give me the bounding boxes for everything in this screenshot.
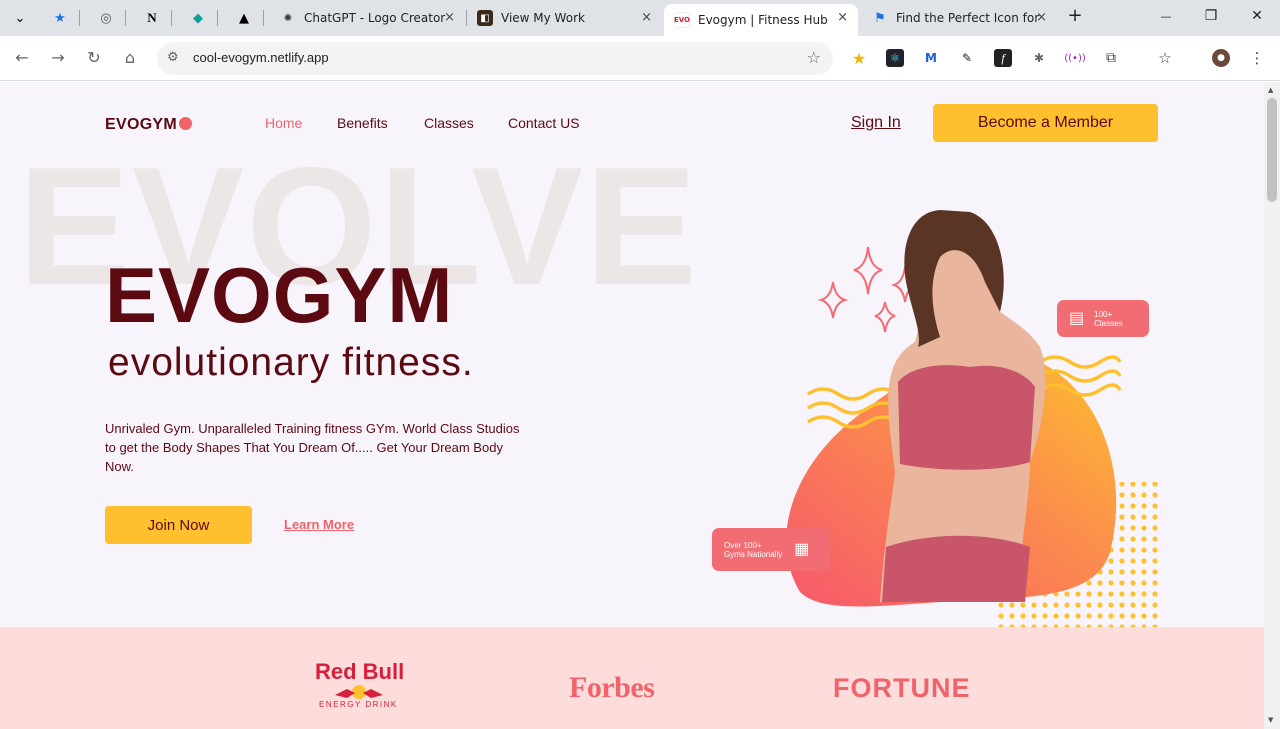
extension-star-icon[interactable]: ★: [850, 49, 868, 68]
extension-m-icon[interactable]: M: [922, 49, 940, 67]
badge-text: 100+ Classes: [1094, 310, 1122, 328]
tab-title: ChatGPT - Logo Creator: [304, 11, 446, 25]
restore-button[interactable]: ❐: [1201, 8, 1221, 24]
close-tab-icon[interactable]: ×: [1036, 10, 1047, 25]
minimize-button[interactable]: —: [1156, 10, 1176, 23]
pinned-tab-triangle-icon[interactable]: ▲: [234, 8, 254, 28]
tab-title: Evogym | Fitness Hub: [698, 13, 828, 27]
tab-search-chevron-icon[interactable]: ⌄: [10, 8, 30, 28]
bulls-icon: [335, 685, 383, 699]
join-now-button[interactable]: Join Now: [105, 506, 252, 544]
profile-avatar[interactable]: ●: [1212, 49, 1230, 67]
site-logo[interactable]: EVOGYM: [105, 116, 193, 134]
bug-icon[interactable]: ✱: [1030, 49, 1048, 67]
pinned-tab-diamond-icon[interactable]: ◆: [188, 8, 208, 28]
evogym-favicon-icon: EVO: [674, 12, 690, 28]
nav-benefits[interactable]: Benefits: [337, 115, 388, 131]
bookmark-star-icon[interactable]: ☆: [807, 48, 821, 67]
tab-evogym[interactable]: EVO Evogym | Fitness Hub ×: [664, 4, 858, 36]
extensions-puzzle-icon[interactable]: ⧉: [1102, 49, 1120, 67]
hero-illustration: [786, 210, 1160, 632]
nav-contact[interactable]: Contact US: [508, 115, 580, 131]
tab-title: Find the Perfect Icon for: [896, 11, 1040, 25]
tab-strip: ⌄ ★ ◎ N ◆ ▲ ✺ ChatGPT - Logo Creator × ◧…: [0, 0, 1280, 36]
scroll-up-icon[interactable]: ▲: [1268, 86, 1273, 94]
sign-in-link[interactable]: Sign In: [851, 114, 901, 132]
home-icon[interactable]: ⌂: [120, 48, 140, 68]
tab-view-my-work[interactable]: ◧ View My Work ×: [467, 4, 662, 32]
id-card-icon: ▤: [1069, 310, 1085, 327]
scroll-down-icon[interactable]: ▼: [1268, 716, 1273, 724]
pinned-tab-notion-icon[interactable]: N: [142, 8, 162, 28]
logo-dot-icon: [179, 117, 193, 130]
evogym-page: EVOLVE EVOGYM Home Benefits Classes Cont…: [0, 82, 1264, 729]
url-text[interactable]: cool-evogym.netlify.app: [193, 50, 329, 65]
nav-classes[interactable]: Classes: [424, 115, 474, 131]
sparkle-icons: [817, 246, 920, 333]
bookmarks-icon[interactable]: ☆: [1156, 49, 1174, 67]
become-member-button[interactable]: Become a Member: [933, 104, 1158, 142]
logo-text: EVOGYM: [105, 116, 178, 133]
forbes-logo: Forbes: [569, 671, 655, 704]
site-settings-icon[interactable]: ⚙: [167, 50, 179, 65]
close-tab-icon[interactable]: ×: [641, 10, 652, 25]
nav-home[interactable]: Home: [265, 115, 302, 131]
page-scrollbar[interactable]: ▲ ▼: [1264, 82, 1280, 729]
scroll-thumb[interactable]: [1267, 98, 1277, 202]
pinned-tab-bookmark-icon[interactable]: ★: [50, 8, 70, 28]
close-window-button[interactable]: ✕: [1247, 8, 1267, 24]
tab-title: View My Work: [501, 11, 585, 25]
hero-title: EVOGYM: [105, 251, 454, 339]
flag-icon: ⚑: [874, 10, 886, 26]
badge-text: Over 100+ Gyms Nationally: [724, 541, 782, 559]
badge-label: Gyms Nationally: [724, 549, 783, 559]
tab-find-icon[interactable]: ⚑ Find the Perfect Icon for ×: [862, 4, 1057, 32]
color-picker-icon[interactable]: ✎: [958, 49, 976, 67]
menu-kebab-icon[interactable]: ⋮: [1248, 49, 1266, 67]
redbull-wordmark: Red Bull: [315, 659, 405, 684]
reload-icon[interactable]: ↻: [84, 48, 104, 68]
tab-chatgpt[interactable]: ✺ ChatGPT - Logo Creator ×: [270, 4, 465, 32]
gyms-badge: Over 100+ Gyms Nationally ▦: [712, 528, 830, 571]
badge-count: Over 100+: [724, 540, 762, 550]
pinned-tab-whatsapp-icon[interactable]: ◎: [96, 8, 116, 28]
sponsors-bar: Red Bull ENERGY DRINK Forbes FORTUNE: [0, 627, 1264, 729]
portfolio-icon: ◧: [477, 10, 493, 26]
redbull-tagline: ENERGY DRINK: [319, 700, 398, 709]
forward-icon[interactable]: →: [48, 48, 68, 68]
redbull-logo: Red Bull ENERGY DRINK: [315, 661, 404, 709]
fonts-extension-icon[interactable]: f: [994, 49, 1012, 67]
badge-count: 100+: [1094, 309, 1113, 319]
learn-more-link[interactable]: Learn More: [284, 517, 354, 532]
classes-badge: ▤ 100+ Classes: [1057, 300, 1149, 337]
address-bar[interactable]: ⚙ cool-evogym.netlify.app ☆: [157, 42, 833, 75]
openai-icon: ✺: [283, 12, 293, 24]
hero-description: Unrivaled Gym. Unparalleled Training fit…: [105, 421, 520, 474]
close-tab-icon[interactable]: ×: [837, 10, 848, 25]
athlete-figure: [880, 210, 1046, 602]
badge-label: Classes: [1094, 318, 1123, 328]
react-devtools-icon[interactable]: ⚛: [886, 49, 904, 67]
broadcast-icon[interactable]: ((•)): [1064, 49, 1086, 67]
browser-toolbar: ← → ↻ ⌂ ⚙ cool-evogym.netlify.app ☆ ★ ⚛ …: [0, 36, 1280, 81]
fortune-logo: FORTUNE: [833, 673, 971, 703]
back-icon[interactable]: ←: [12, 48, 32, 68]
hero-subtitle: evolutionary fitness.: [108, 341, 474, 384]
new-tab-button[interactable]: +: [1065, 5, 1085, 26]
building-icon: ▦: [794, 541, 810, 558]
close-tab-icon[interactable]: ×: [444, 10, 455, 25]
